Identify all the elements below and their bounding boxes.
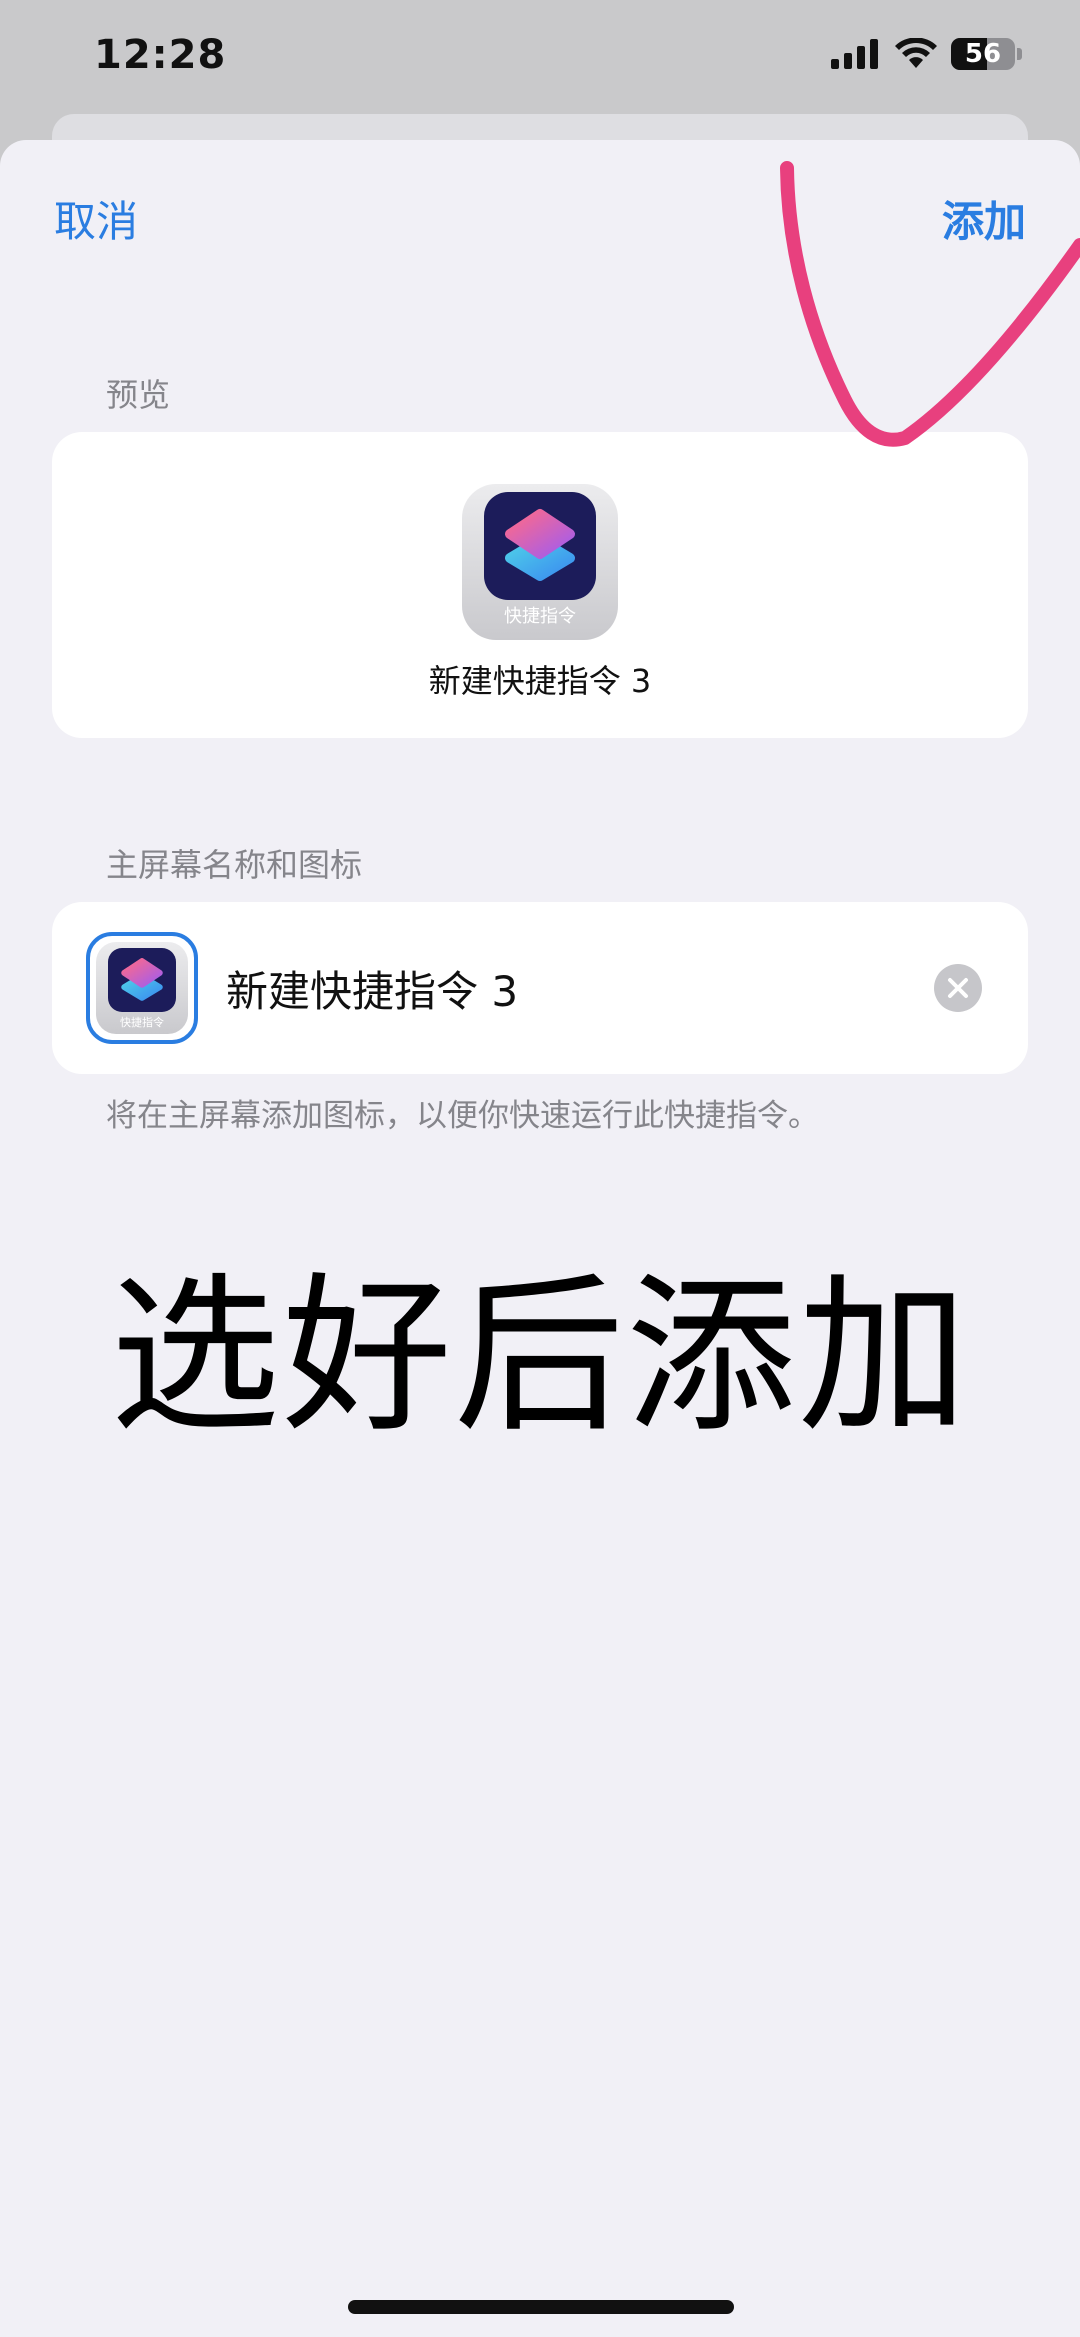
battery-cap xyxy=(1017,48,1022,60)
home-screen-name-card: 快捷指令 xyxy=(52,902,1028,1074)
close-icon xyxy=(948,978,968,998)
shortcuts-logo-tile-small xyxy=(108,948,176,1012)
icon-caption-small: 快捷指令 xyxy=(120,1016,164,1029)
shortcuts-app-icon-small: 快捷指令 xyxy=(96,942,188,1034)
shortcuts-app-icon: 快捷指令 xyxy=(462,484,618,640)
icon-picker-button[interactable]: 快捷指令 xyxy=(86,932,198,1044)
battery-level: 56 xyxy=(964,39,1002,69)
battery-icon: 56 xyxy=(951,38,1015,70)
preview-section-label: 预览 xyxy=(106,376,171,414)
shortcut-name-input[interactable] xyxy=(226,958,906,1018)
icon-caption: 快捷指令 xyxy=(504,606,576,627)
status-time: 12:28 xyxy=(94,32,227,78)
home-screen-hint: 将在主屏幕添加图标，以便你快速运行此快捷指令。 xyxy=(106,1098,819,1134)
home-indicator[interactable] xyxy=(348,2300,734,2314)
add-button[interactable]: 添加 xyxy=(942,188,1026,249)
home-screen-section-label: 主屏幕名称和图标 xyxy=(106,846,363,884)
status-icons: 56 xyxy=(831,38,1022,70)
preview-shortcut-name: 新建快捷指令 3 xyxy=(428,662,652,700)
clear-text-button[interactable] xyxy=(934,964,982,1012)
shortcuts-icon-small xyxy=(121,958,163,1001)
cancel-button[interactable]: 取消 xyxy=(54,188,138,249)
wifi-icon xyxy=(895,38,937,68)
add-to-home-sheet: 取消 添加 预览 快捷指令 新建快捷指令 3 主屏幕名称和图标 快捷指令 新建快… xyxy=(0,140,1080,2337)
annotation-overlay-text: 选好后添加 xyxy=(109,1258,970,1456)
preview-card: 快捷指令 新建快捷指令 3 xyxy=(52,432,1028,738)
status-bar: 12:28 56 xyxy=(0,0,1080,120)
shortcuts-logo-tile xyxy=(484,492,596,600)
cellular-signal-icon xyxy=(831,39,878,69)
shortcuts-icon xyxy=(505,509,575,581)
